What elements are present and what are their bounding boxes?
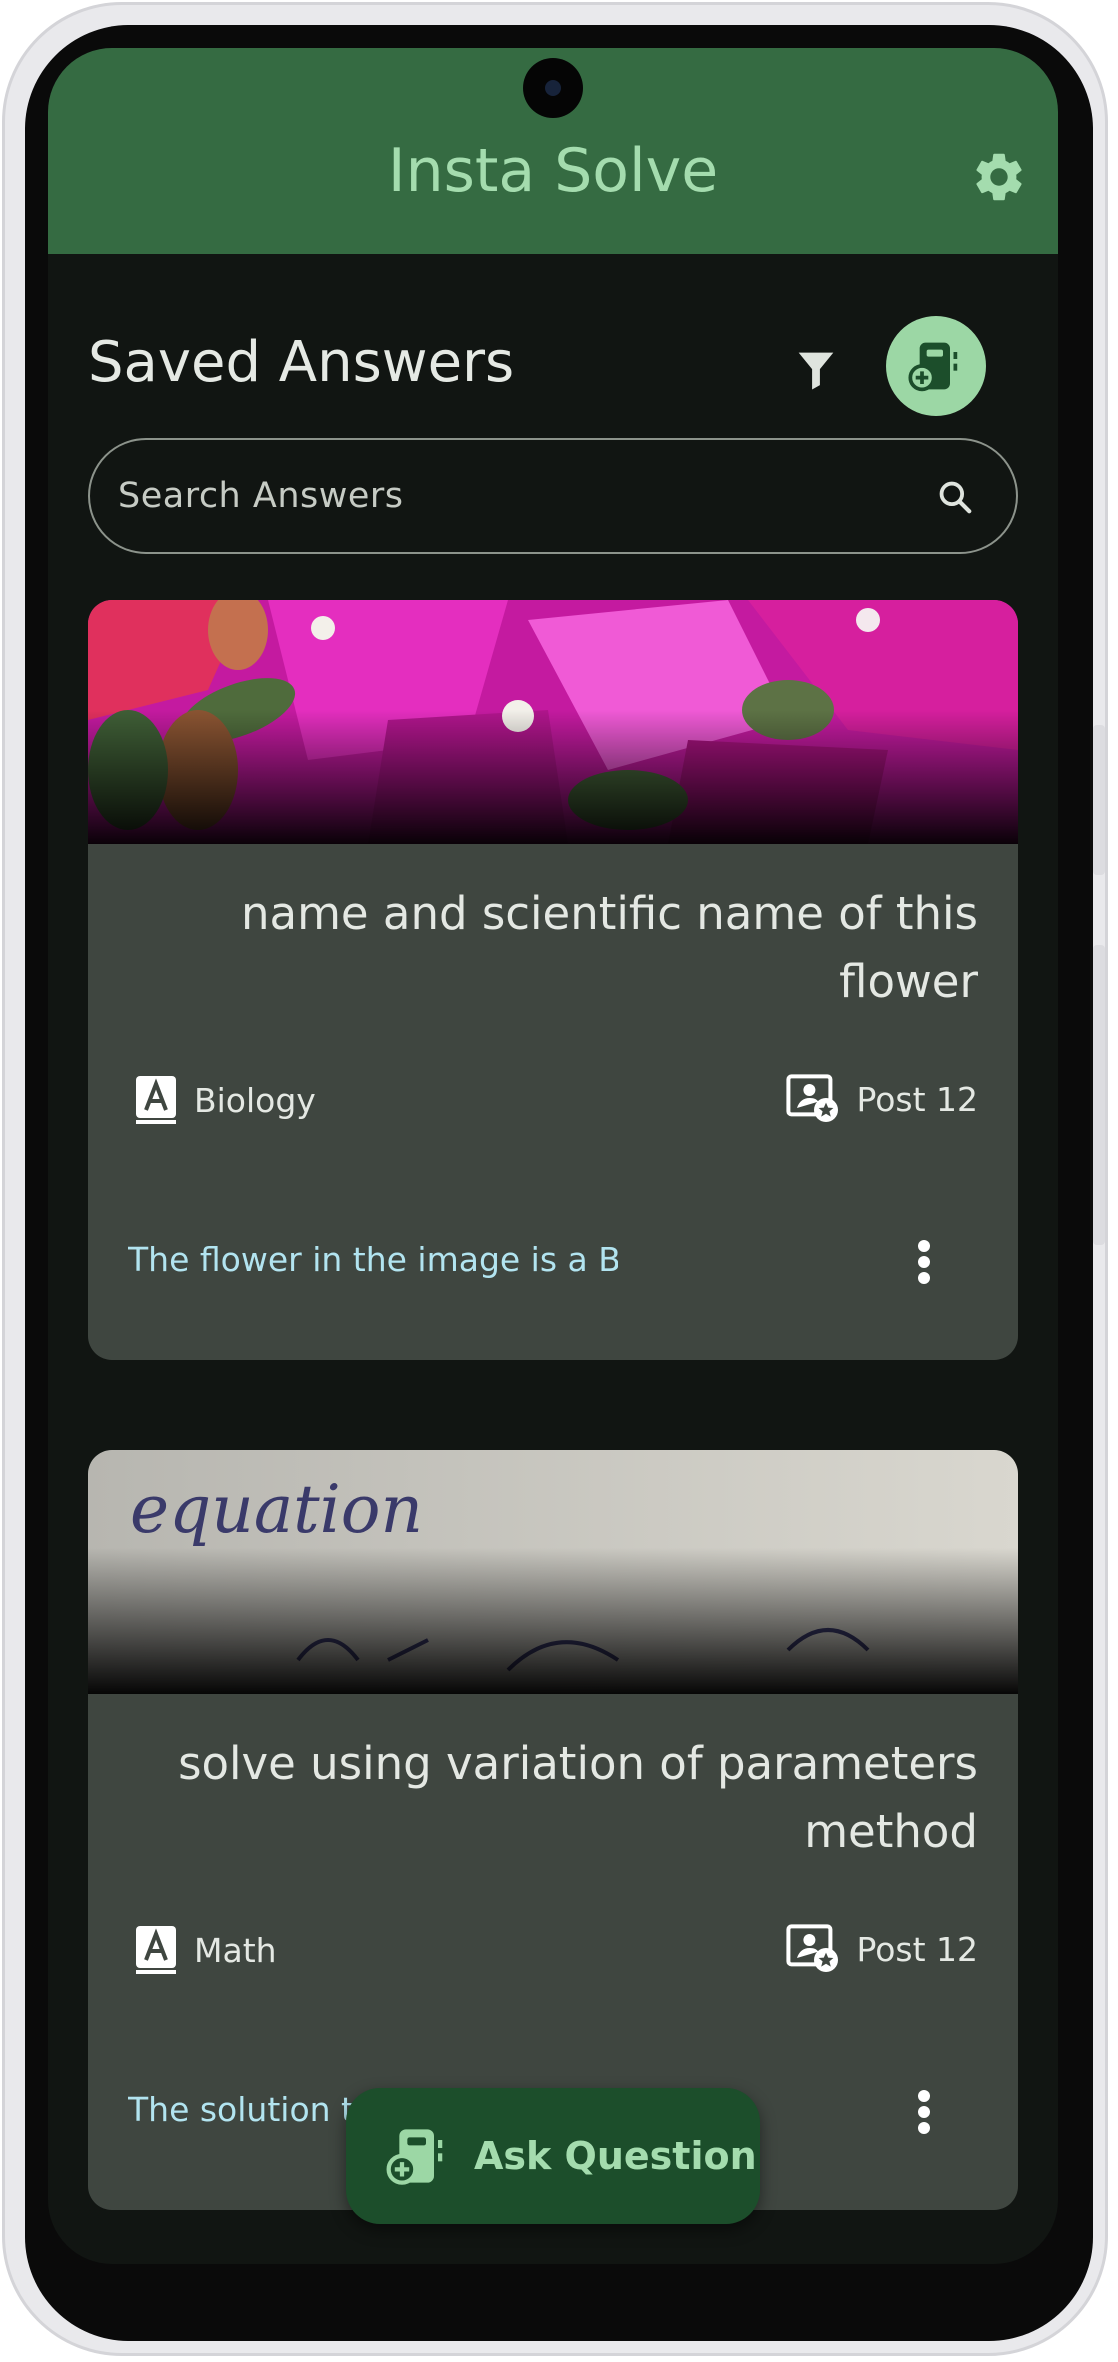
search-icon[interactable]	[936, 478, 974, 516]
add-question-icon	[386, 2129, 443, 2185]
ask-question-button[interactable]: Ask Question	[346, 2088, 760, 2224]
app-bar: Insta Solve	[48, 48, 1058, 254]
card-image-equation: equation	[88, 1450, 1018, 1694]
card-post: Post 12	[786, 1074, 978, 1124]
app-screen: Insta Solve Saved Answers Search Answers…	[48, 48, 1058, 2264]
card-subject: Biology	[134, 1074, 316, 1126]
card-post: Post 12	[786, 1924, 978, 1974]
filter-icon[interactable]	[790, 344, 842, 396]
app-title: Insta Solve	[387, 136, 719, 206]
card-image-flower	[88, 600, 1018, 844]
more-vert-icon[interactable]	[914, 1238, 934, 1286]
add-question-button[interactable]	[886, 316, 986, 416]
search-bar	[88, 438, 1018, 554]
volume-button	[1093, 725, 1105, 875]
front-camera	[523, 58, 583, 118]
subject-label: Biology	[194, 1080, 316, 1120]
answer-preview: The flower in the image is a Bo	[128, 1240, 618, 1279]
subject-label: Math	[194, 1930, 277, 1970]
add-question-icon	[908, 342, 958, 392]
subject-book-icon	[136, 1076, 176, 1124]
answer-card[interactable]: name and scientific name of this flower …	[88, 600, 1018, 1360]
power-button	[1093, 945, 1105, 1245]
card-title: name and scientific name of this flower	[240, 887, 978, 1008]
page-title: Saved Answers	[88, 330, 515, 395]
card-subject: Math	[134, 1924, 277, 1976]
fab-label: Ask Question	[474, 2134, 757, 2178]
card-title: solve using variation of parameters meth…	[178, 1737, 978, 1858]
post-label: Post 12	[856, 1929, 978, 1969]
post-label: Post 12	[856, 1079, 978, 1119]
more-vert-icon[interactable]	[914, 2088, 934, 2136]
subject-book-icon	[136, 1926, 176, 1974]
post-badge-icon	[786, 1924, 839, 1972]
gear-icon[interactable]	[970, 148, 1028, 206]
search-input[interactable]	[118, 440, 918, 552]
post-badge-icon	[786, 1074, 839, 1122]
